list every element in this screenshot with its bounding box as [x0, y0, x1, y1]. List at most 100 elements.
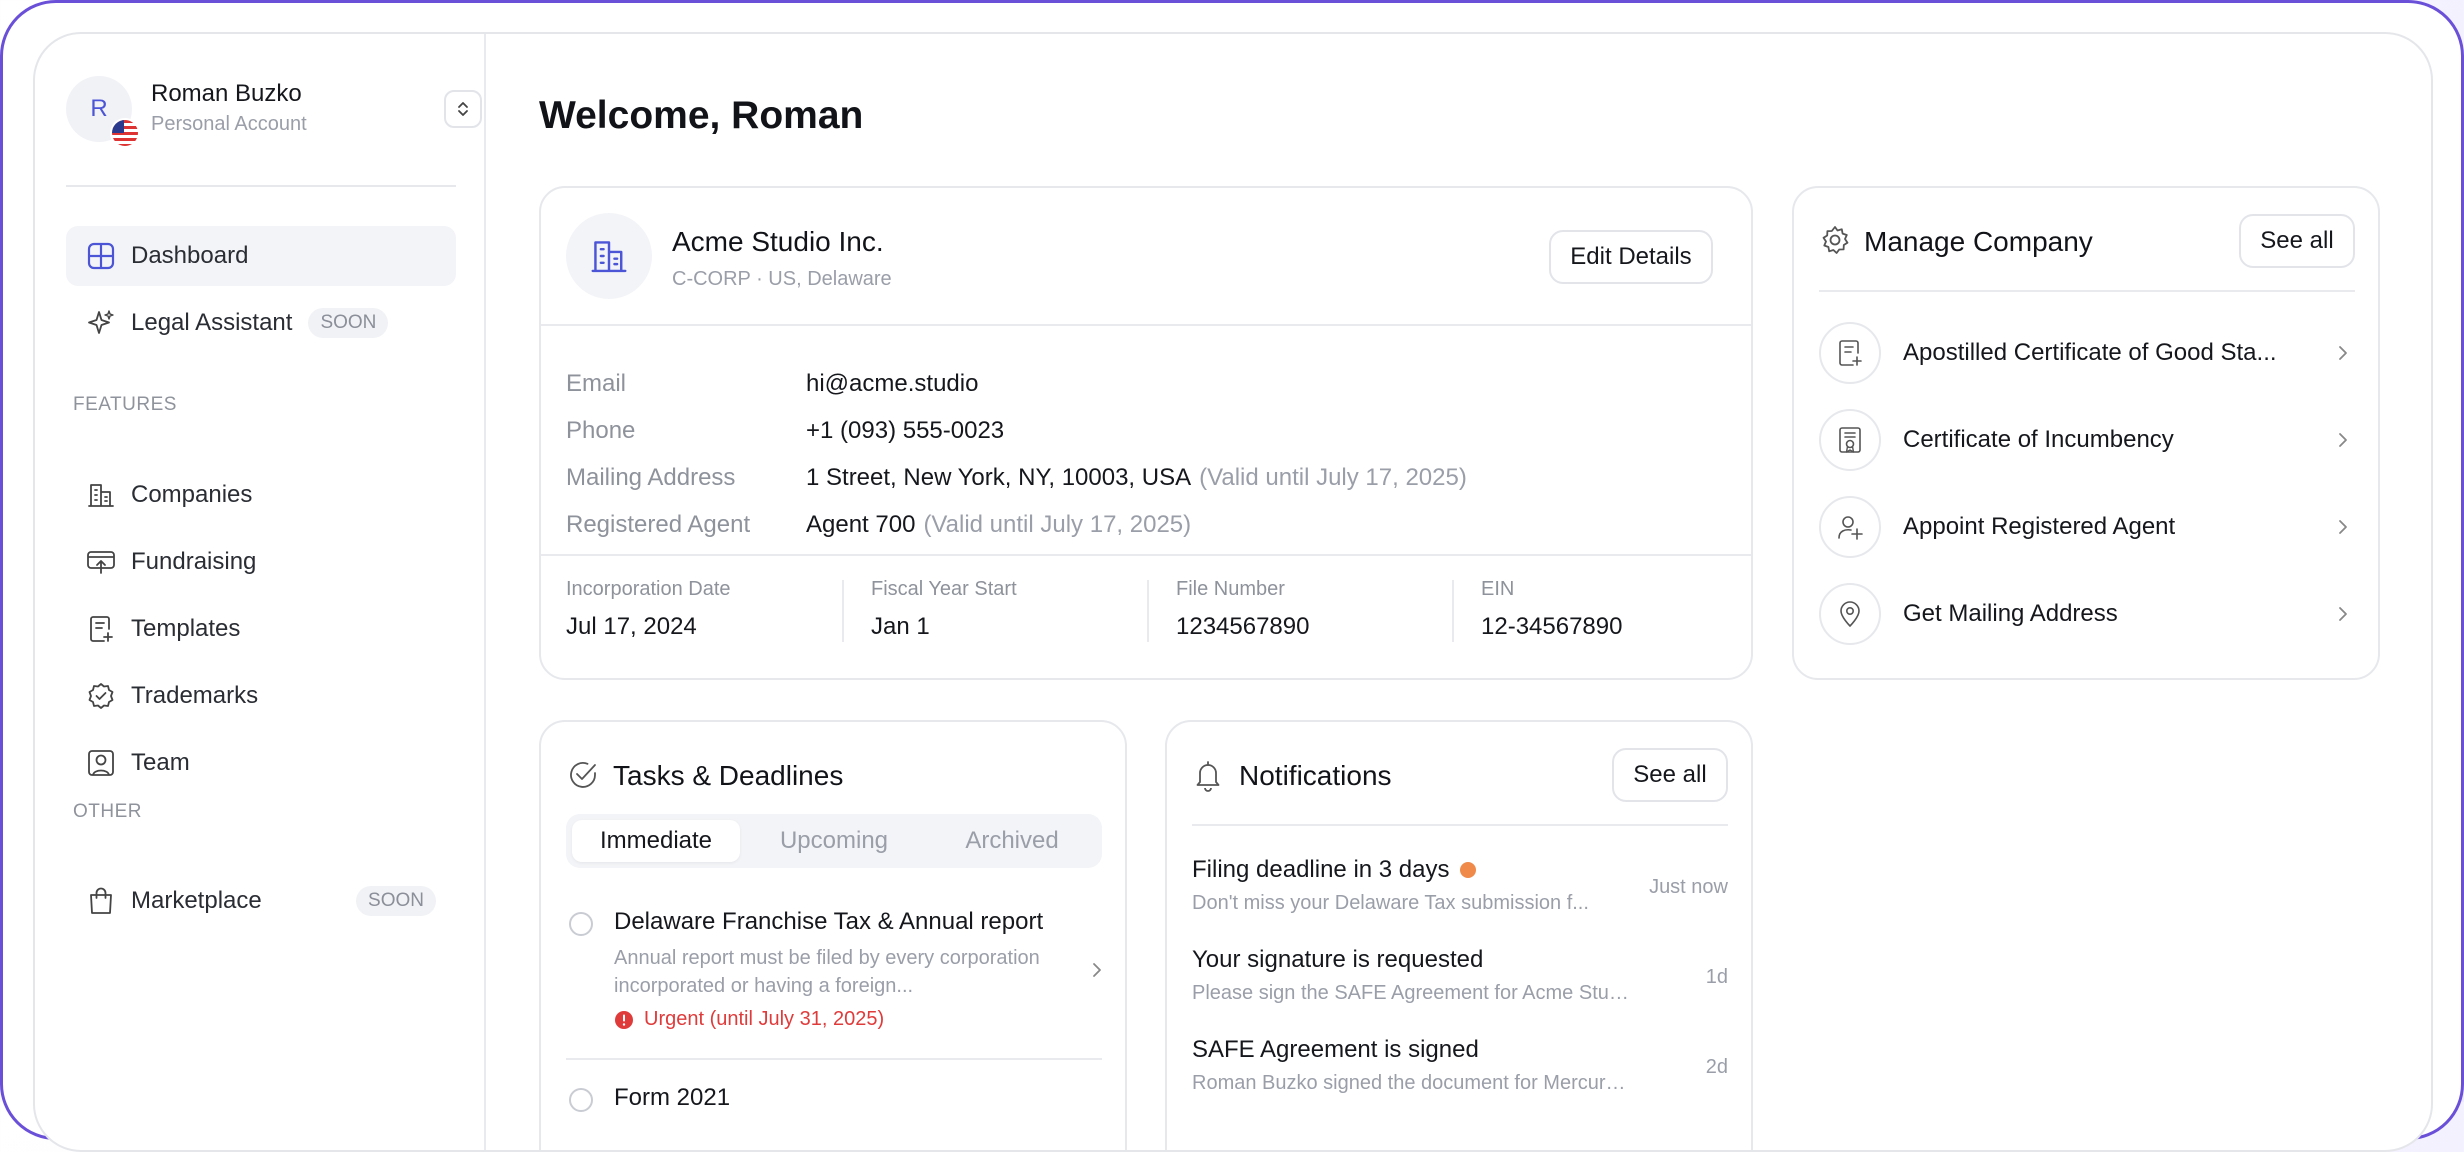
account-switch-button[interactable] — [444, 90, 482, 128]
notification-title: Filing deadline in 3 days — [1192, 856, 1450, 883]
stat-label: File Number — [1176, 578, 1285, 600]
soon-badge: SOON — [308, 308, 389, 338]
sidebar-item-label: Legal Assistant — [131, 309, 293, 336]
manage-item-registered-agent[interactable]: Appoint Registered Agent — [1819, 494, 2355, 560]
validity-note: (Valid until July 17, 2025) — [1199, 464, 1467, 491]
manage-item-label: Get Mailing Address — [1903, 600, 2118, 627]
page-title: Welcome, Roman — [539, 94, 864, 137]
check-circle-icon — [566, 758, 600, 797]
manage-item-good-standing[interactable]: Apostilled Certificate of Good Sta... — [1819, 320, 2355, 386]
tab-archived[interactable]: Archived — [928, 820, 1096, 862]
clock-dot-icon — [1459, 862, 1476, 878]
stat-label: Fiscal Year Start — [871, 578, 1017, 600]
manage-item-label: Appoint Registered Agent — [1903, 513, 2176, 540]
bell-icon — [1192, 758, 1224, 797]
edit-details-button[interactable]: Edit Details — [1549, 230, 1713, 284]
task-divider — [566, 1058, 1102, 1060]
alert-icon — [615, 1010, 633, 1029]
notification-description: Roman Buzko signed the document for Merc… — [1192, 1072, 1632, 1094]
stat-ein: EIN 12-34567890 — [1481, 578, 1771, 641]
tasks-tabs: Immediate Upcoming Archived — [566, 814, 1102, 868]
stat-label: EIN — [1481, 578, 1515, 600]
notification-title: Your signature is requested — [1192, 946, 1484, 973]
task-title: Delaware Franchise Tax & Annual report — [614, 908, 1044, 935]
card-title: Tasks & Deadlines — [613, 760, 844, 791]
notification-item[interactable]: SAFE Agreement is signed Roman Buzko sig… — [1192, 1036, 1728, 1106]
user-plus-icon — [1819, 496, 1881, 558]
notification-item[interactable]: Filing deadline in 3 days Don't miss you… — [1192, 856, 1728, 926]
shopping-bag-icon — [86, 886, 116, 916]
chevron-right-icon — [2331, 341, 2355, 365]
building-icon — [86, 480, 116, 510]
stat-incorporation-date: Incorporation Date Jul 17, 2024 — [566, 578, 856, 641]
task-checkbox[interactable] — [569, 912, 593, 936]
task-description: Annual report must be filed by every cor… — [614, 947, 1040, 997]
account-name: Roman Buzko — [151, 80, 302, 107]
detail-value: hi@acme.studio — [806, 370, 979, 397]
manage-item-incumbency[interactable]: Certificate of Incumbency — [1819, 407, 2355, 473]
sidebar-item-team[interactable]: Team — [66, 733, 456, 793]
company-name: Acme Studio Inc. — [672, 226, 884, 257]
notification-time: Just now — [1649, 876, 1728, 898]
manage-item-label: Apostilled Certificate of Good Sta... — [1903, 339, 2277, 366]
account-switcher[interactable]: R Roman Buzko Personal Account — [66, 76, 482, 148]
chevron-right-icon — [2331, 428, 2355, 452]
notifications-card: Notifications See all Filing deadline in… — [1165, 720, 1753, 1150]
detail-row-phone: Phone +1 (093) 555-0023 — [566, 411, 1004, 451]
chevron-right-icon — [1085, 958, 1109, 982]
task-title: Form 2021 — [614, 1084, 731, 1111]
sidebar-item-companies[interactable]: Companies — [66, 465, 456, 525]
stat-value: 1234567890 — [1176, 613, 1310, 640]
see-all-button[interactable]: See all — [2239, 214, 2355, 268]
card-divider — [541, 554, 1751, 556]
notification-time: 1d — [1705, 966, 1728, 988]
location-pin-icon — [1819, 583, 1881, 645]
stat-separator — [1452, 580, 1454, 642]
account-type: Personal Account — [151, 113, 307, 135]
notification-time: 2d — [1705, 1056, 1728, 1078]
sidebar-item-label: Team — [131, 749, 190, 776]
other-heading: OTHER — [73, 801, 142, 822]
sidebar-item-label: Templates — [131, 615, 241, 642]
fundraising-icon — [86, 547, 116, 577]
stat-label: Incorporation Date — [566, 578, 731, 600]
sidebar-item-legal-assistant[interactable]: Legal Assistant SOON — [66, 293, 456, 353]
stat-file-number: File Number 1234567890 — [1176, 578, 1466, 641]
validity-note: (Valid until July 17, 2025) — [923, 511, 1192, 538]
tab-immediate[interactable]: Immediate — [572, 820, 740, 862]
certificate-icon — [1819, 409, 1881, 471]
sparkle-icon — [86, 308, 116, 338]
detail-row-email: Email hi@acme.studio — [566, 364, 978, 404]
sidebar-item-fundraising[interactable]: Fundraising — [66, 532, 456, 592]
dashboard-icon — [86, 241, 116, 271]
manage-item-label: Certificate of Incumbency — [1903, 426, 2174, 453]
manage-company-card: Manage Company See all Apostilled Certif… — [1792, 186, 2380, 680]
document-plus-icon — [86, 614, 116, 644]
urgent-label: Urgent (until July 31, 2025) — [644, 1008, 885, 1030]
soon-badge: SOON — [356, 886, 436, 916]
notification-item[interactable]: Your signature is requested Please sign … — [1192, 946, 1728, 1016]
stat-separator — [1147, 580, 1149, 642]
manage-item-mailing-address[interactable]: Get Mailing Address — [1819, 581, 2355, 647]
sidebar-item-trademarks[interactable]: Trademarks — [66, 666, 456, 726]
sidebar-item-templates[interactable]: Templates — [66, 599, 456, 659]
sidebar-item-label: Dashboard — [131, 242, 249, 269]
notification-title: SAFE Agreement is signed — [1192, 1036, 1479, 1063]
features-heading: FEATURES — [73, 394, 177, 415]
detail-key: Email — [566, 370, 627, 397]
sidebar-item-marketplace[interactable]: Marketplace SOON — [66, 871, 456, 931]
sidebar: R Roman Buzko Personal Account Dashboard… — [35, 34, 486, 1150]
stat-fiscal-year-start: Fiscal Year Start Jan 1 — [871, 578, 1161, 641]
see-all-button[interactable]: See all — [1612, 748, 1728, 802]
app-window: R Roman Buzko Personal Account Dashboard… — [33, 32, 2433, 1152]
sidebar-item-dashboard[interactable]: Dashboard — [66, 226, 456, 286]
tasks-card: Tasks & Deadlines Immediate Upcoming Arc… — [539, 720, 1127, 1150]
task-checkbox[interactable] — [569, 1088, 593, 1112]
stat-value: 12-34567890 — [1481, 613, 1623, 640]
tab-upcoming[interactable]: Upcoming — [750, 820, 918, 862]
building-icon — [566, 213, 652, 299]
detail-key: Mailing Address — [566, 464, 736, 491]
detail-row-mailing-address: Mailing Address 1 Street, New York, NY, … — [566, 458, 1467, 498]
stat-value: Jul 17, 2024 — [566, 613, 697, 640]
detail-value: Agent 700 — [806, 511, 916, 538]
